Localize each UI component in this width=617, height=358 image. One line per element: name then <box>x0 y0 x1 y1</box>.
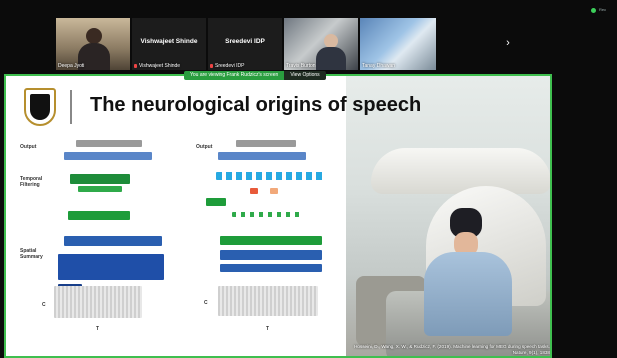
next-page-chevron-icon[interactable]: › <box>503 36 513 50</box>
participant-name: Deepa Jyoti <box>58 63 85 69</box>
university-logo-icon <box>24 88 56 126</box>
participant-tile[interactable]: Tanay Dhawan <box>360 18 436 70</box>
title-divider <box>70 90 72 124</box>
recording-label: Rec <box>599 7 607 12</box>
participant-name: Tanay Dhawan <box>362 63 396 69</box>
share-banner: You are viewing Frank Rudzicz's screen V… <box>184 71 326 80</box>
meg-scanner-photo: Hosseini, D., Wang, X. W., & Rudzicz, F.… <box>346 76 550 356</box>
diagram-label: Output <box>196 144 213 150</box>
axis-label: T <box>96 326 100 332</box>
participant-name: Travis Burton <box>286 63 316 69</box>
participant-tile[interactable]: Vishwajeet Shinde Vishwajeet Shinde <box>132 18 206 70</box>
participant-strip: Deepa Jyoti Vishwajeet Shinde Vishwajeet… <box>56 18 510 70</box>
axis-label: C <box>204 300 208 306</box>
view-options-button[interactable]: View Options <box>284 71 326 80</box>
slide-title: The neurological origins of speech <box>90 94 422 116</box>
diagram-label: Temporal Filtering <box>20 176 43 188</box>
participant-caption: Vishwajeet Shinde <box>134 63 180 69</box>
participant-caption: Sreedevi IDP <box>210 63 244 69</box>
axis-label: C <box>42 302 46 308</box>
diagram-label: Spatial Summary <box>20 248 43 260</box>
participant-video <box>86 28 102 44</box>
recording-indicator-icon <box>591 8 596 13</box>
slide-citation: Hosseini, D., Wang, X. W., & Rudzicz, F.… <box>354 344 550 355</box>
share-status-message: You are viewing Frank Rudzicz's screen <box>184 71 285 80</box>
participant-display-name: Vishwajeet Shinde <box>140 38 198 45</box>
participant-tile[interactable]: Sreedevi IDP Sreedevi IDP <box>208 18 282 70</box>
participant-display-name: Sreedevi IDP <box>225 38 265 45</box>
participant-tile[interactable]: Deepa Jyoti <box>56 18 130 70</box>
mic-muted-icon <box>134 63 137 68</box>
axis-label: T <box>266 326 270 332</box>
network-diagram: Output Temporal Filtering Spatial Summar… <box>20 136 350 336</box>
diagram-label: Output <box>20 144 37 150</box>
mic-muted-icon <box>210 63 213 68</box>
participant-video <box>324 34 338 48</box>
shared-screen: Hosseini, D., Wang, X. W., & Rudzicz, F.… <box>4 74 552 358</box>
participant-tile[interactable]: Travis Burton <box>284 18 358 70</box>
zoom-meeting-window: Rec Deepa Jyoti Vishwajeet Shinde Vishwa… <box>0 0 617 358</box>
